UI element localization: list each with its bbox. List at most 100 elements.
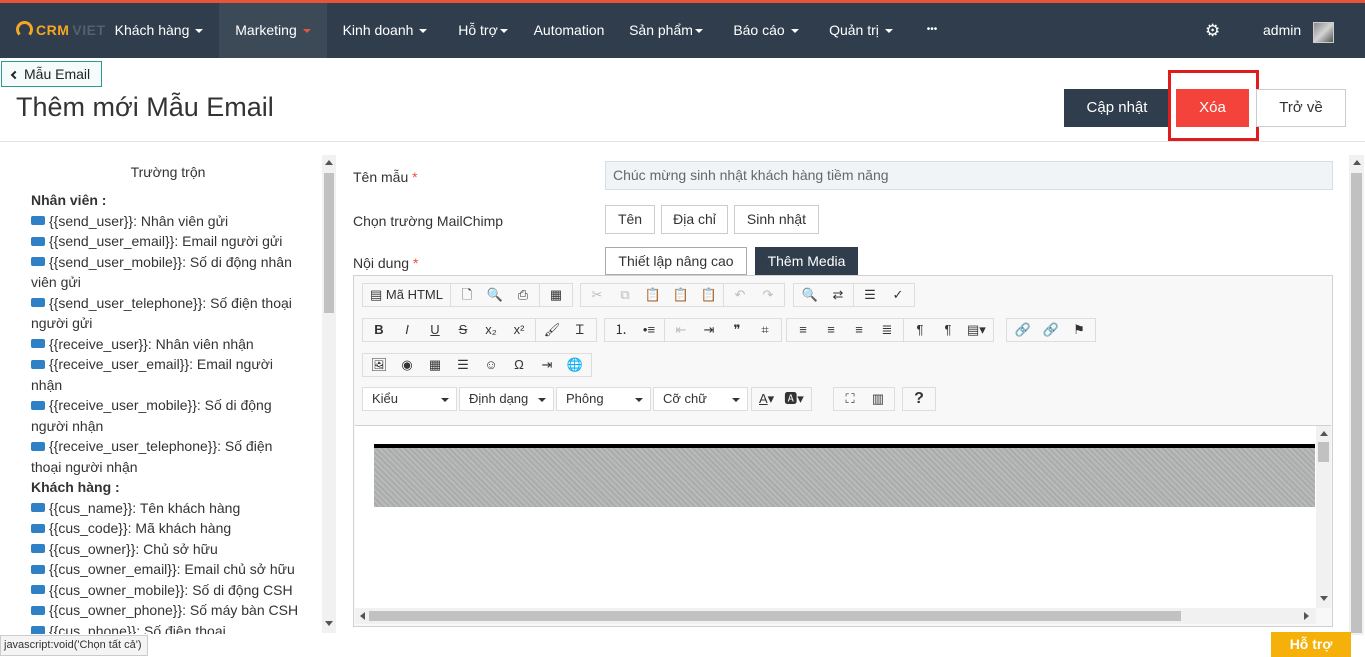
add-media-button[interactable]: Thêm Media bbox=[755, 247, 858, 275]
avatar[interactable] bbox=[1313, 22, 1334, 43]
background-color-icon[interactable]: 🅰▾ bbox=[779, 388, 809, 410]
indent-icon[interactable]: ⇥ bbox=[695, 319, 723, 341]
nav-support[interactable]: Hỗ trợ bbox=[448, 3, 518, 58]
nav-more[interactable]: ••• bbox=[914, 3, 950, 58]
merge-field-item[interactable]: {{cus_owner_phone}}: Số máy bàn CSH bbox=[31, 600, 303, 621]
style-select[interactable]: Kiểu bbox=[362, 387, 457, 411]
spellcheck-icon[interactable]: ✓ bbox=[884, 284, 912, 306]
templates-icon[interactable]: ▦ bbox=[542, 284, 570, 306]
bulleted-list-icon[interactable]: •≡ bbox=[635, 319, 663, 341]
scroll-up-arrow[interactable] bbox=[1353, 160, 1361, 165]
merge-field-item[interactable]: {{send_user_telephone}}: Số điện thoại n… bbox=[31, 293, 303, 334]
editor-vertical-scrollbar[interactable] bbox=[1316, 426, 1331, 608]
merge-field-item[interactable]: {{receive_user_mobile}}: Số di động ngườ… bbox=[31, 395, 303, 436]
source-button[interactable]: ▤ Mã HTML bbox=[365, 284, 448, 306]
blockquote-icon[interactable]: ❞ bbox=[723, 319, 751, 341]
select-all-icon[interactable]: ☰ bbox=[856, 284, 884, 306]
unlink-icon[interactable]: 🔗 bbox=[1037, 319, 1065, 341]
table-icon[interactable]: ▦ bbox=[421, 354, 449, 376]
anchor-flag-icon[interactable]: ⚑ bbox=[1065, 319, 1093, 341]
replace-icon[interactable]: ⇄ bbox=[824, 284, 852, 306]
paste-text-icon[interactable]: 📋 bbox=[667, 284, 695, 306]
merge-field-item[interactable]: {{send_user}}: Nhân viên gửi bbox=[31, 211, 303, 232]
print-icon[interactable]: ⎙ bbox=[509, 284, 537, 306]
link-icon[interactable]: 🔗 bbox=[1009, 319, 1037, 341]
nav-marketing[interactable]: Marketing bbox=[219, 3, 327, 58]
preview-icon[interactable]: 🔍 bbox=[481, 284, 509, 306]
italic-button[interactable]: I bbox=[393, 319, 421, 341]
superscript-icon[interactable]: x² bbox=[505, 319, 533, 341]
user-menu[interactable]: admin bbox=[1263, 3, 1301, 58]
cut-icon[interactable]: ✂ bbox=[583, 284, 611, 306]
gear-icon[interactable]: ⚙ bbox=[1205, 21, 1220, 41]
image-icon[interactable]: 🖼 bbox=[365, 354, 393, 376]
horizontal-rule-icon[interactable]: ☰ bbox=[449, 354, 477, 376]
align-left-icon[interactable]: ≡ bbox=[789, 319, 817, 341]
merge-field-item[interactable]: {{receive_user}}: Nhân viên nhận bbox=[31, 334, 303, 355]
logo[interactable]: CRM VIET bbox=[16, 21, 106, 38]
new-page-icon[interactable]: 🗋 bbox=[453, 284, 481, 306]
scroll-right-arrow[interactable] bbox=[1304, 612, 1309, 620]
merge-field-item[interactable]: {{send_user_email}}: Email người gửi bbox=[31, 231, 303, 252]
bold-button[interactable]: B bbox=[365, 319, 393, 341]
help-button[interactable]: ? bbox=[905, 388, 933, 410]
maximize-icon[interactable]: ⛶ bbox=[836, 388, 864, 410]
template-name-input[interactable]: Chúc mừng sinh nhật khách hàng tiềm năng bbox=[605, 161, 1333, 190]
page-break-icon[interactable]: ⇥ bbox=[533, 354, 561, 376]
special-char-button[interactable]: Ω bbox=[505, 354, 533, 376]
smiley-icon[interactable]: ☺ bbox=[477, 354, 505, 376]
merge-field-item[interactable]: {{send_user_mobile}}: Số di động nhân vi… bbox=[31, 252, 303, 293]
scroll-thumb[interactable] bbox=[1318, 442, 1329, 462]
scroll-left-arrow[interactable] bbox=[360, 612, 365, 620]
iframe-icon[interactable]: 🌐 bbox=[561, 354, 589, 376]
copy-format-icon[interactable]: 🖌 bbox=[538, 319, 566, 341]
justify-icon[interactable]: ≣ bbox=[873, 319, 901, 341]
email-banner-image[interactable] bbox=[374, 444, 1315, 507]
merge-field-item[interactable]: {{receive_user_telephone}}: Số điện thoạ… bbox=[31, 436, 303, 477]
scroll-thumb[interactable] bbox=[1351, 173, 1362, 633]
merge-field-item[interactable]: {{cus_name}}: Tên khách hàng bbox=[31, 498, 303, 519]
advanced-settings-button[interactable]: Thiết lập nâng cao bbox=[605, 247, 747, 275]
undo-icon[interactable]: ↶ bbox=[726, 284, 754, 306]
scroll-down-arrow[interactable] bbox=[1320, 596, 1328, 601]
nav-customers[interactable]: Khách hàng bbox=[105, 3, 213, 58]
scroll-up-arrow[interactable] bbox=[1320, 431, 1328, 436]
ltr-icon[interactable]: ¶ bbox=[906, 319, 934, 341]
mailchimp-address-button[interactable]: Địa chỉ bbox=[661, 205, 728, 234]
support-button[interactable]: Hỗ trợ bbox=[1271, 632, 1351, 657]
paste-word-icon[interactable]: 📋 bbox=[695, 284, 723, 306]
find-icon[interactable]: 🔍 bbox=[796, 284, 824, 306]
scroll-thumb[interactable] bbox=[324, 173, 334, 313]
merge-field-item[interactable]: {{receive_user_email}}: Email người nhận bbox=[31, 354, 303, 395]
font-size-select[interactable]: Cỡ chữ bbox=[653, 387, 748, 411]
language-icon[interactable]: ▤▾ bbox=[962, 319, 991, 341]
mailchimp-name-button[interactable]: Tên bbox=[605, 205, 655, 234]
rtl-icon[interactable]: ¶ bbox=[934, 319, 962, 341]
remove-format-icon[interactable]: Ꮖ bbox=[566, 319, 594, 341]
text-color-icon[interactable]: A▾ bbox=[754, 388, 779, 410]
scroll-up-arrow[interactable] bbox=[325, 160, 333, 165]
align-right-icon[interactable]: ≡ bbox=[845, 319, 873, 341]
numbered-list-icon[interactable]: ⒈ bbox=[607, 319, 635, 341]
subscript-icon[interactable]: x₂ bbox=[477, 319, 505, 341]
merge-field-item[interactable]: {{cus_code}}: Mã khách hàng bbox=[31, 518, 303, 539]
merge-field-item[interactable]: {{cus_owner_mobile}}: Số di động CSH bbox=[31, 580, 303, 601]
left-scrollbar[interactable] bbox=[322, 155, 336, 633]
align-center-icon[interactable]: ≡ bbox=[817, 319, 845, 341]
paste-icon[interactable]: 📋 bbox=[639, 284, 667, 306]
merge-field-item[interactable]: {{cus_owner}}: Chủ sở hữu bbox=[31, 539, 303, 560]
copy-icon[interactable]: ⧉ bbox=[611, 284, 639, 306]
nav-sales[interactable]: Kinh doanh bbox=[333, 3, 437, 58]
show-blocks-icon[interactable]: ▥ bbox=[864, 388, 892, 410]
strike-button[interactable]: S bbox=[449, 319, 477, 341]
scroll-down-arrow[interactable] bbox=[325, 621, 333, 626]
underline-button[interactable]: U bbox=[421, 319, 449, 341]
nav-admin[interactable]: Quản trị bbox=[822, 3, 900, 58]
outdent-icon[interactable]: ⇤ bbox=[667, 319, 695, 341]
mailchimp-birthday-button[interactable]: Sinh nhật bbox=[734, 205, 819, 234]
redo-icon[interactable]: ↷ bbox=[754, 284, 782, 306]
div-icon[interactable]: ⌗ bbox=[751, 319, 779, 341]
editor-horizontal-scrollbar[interactable] bbox=[355, 608, 1316, 624]
page-scrollbar[interactable] bbox=[1349, 155, 1364, 635]
back-button[interactable]: Trở về bbox=[1256, 89, 1346, 127]
